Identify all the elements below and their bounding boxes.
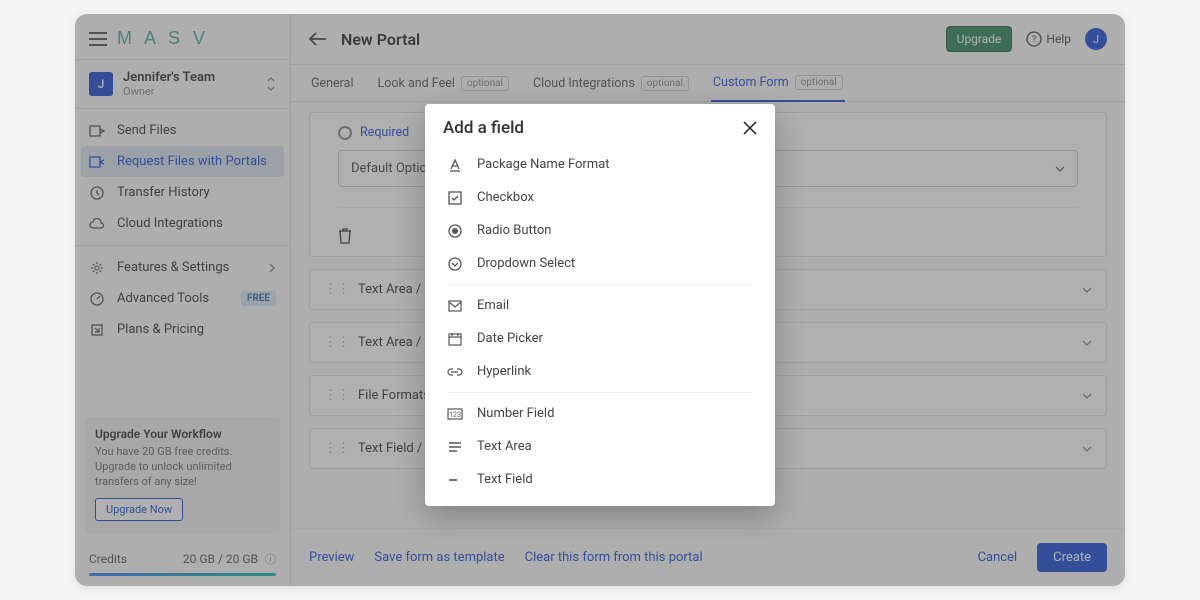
radio-icon (447, 224, 463, 238)
field-option-label: Radio Button (477, 223, 551, 238)
field-option-textarea[interactable]: Text Area (425, 430, 775, 463)
field-option-date[interactable]: Date Picker (425, 322, 775, 355)
calendar-icon (447, 332, 463, 346)
field-option-label: Hyperlink (477, 364, 531, 379)
field-option-label: Text Area (477, 439, 532, 454)
field-option-email[interactable]: Email (425, 289, 775, 322)
modal-title: Add a field (443, 118, 524, 138)
close-icon[interactable] (743, 121, 757, 135)
text-format-icon (447, 158, 463, 172)
field-option-radio[interactable]: Radio Button (425, 214, 775, 247)
add-field-modal: Add a field Package Name Format Checkbox… (425, 104, 775, 506)
field-option-textfield[interactable]: Text Field (425, 463, 775, 496)
textarea-icon (447, 441, 463, 453)
field-option-package-name[interactable]: Package Name Format (425, 148, 775, 181)
email-icon (447, 300, 463, 312)
number-icon: 123 (447, 408, 463, 420)
field-option-label: Date Picker (477, 331, 543, 346)
modal-overlay[interactable]: Add a field Package Name Format Checkbox… (75, 14, 1125, 586)
link-icon (447, 367, 463, 377)
field-option-label: Package Name Format (477, 157, 610, 172)
field-option-label: Email (477, 298, 509, 313)
field-option-label: Number Field (477, 406, 554, 421)
field-option-hyperlink[interactable]: Hyperlink (425, 355, 775, 388)
field-option-checkbox[interactable]: Checkbox (425, 181, 775, 214)
svg-text:123: 123 (449, 411, 461, 419)
dropdown-icon (447, 257, 463, 271)
checkbox-icon (447, 191, 463, 205)
textfield-icon (447, 476, 463, 484)
field-option-label: Text Field (477, 472, 533, 487)
field-option-number[interactable]: 123 Number Field (425, 397, 775, 430)
field-option-dropdown[interactable]: Dropdown Select (425, 247, 775, 280)
field-option-label: Dropdown Select (477, 256, 575, 271)
field-option-label: Checkbox (477, 190, 534, 205)
